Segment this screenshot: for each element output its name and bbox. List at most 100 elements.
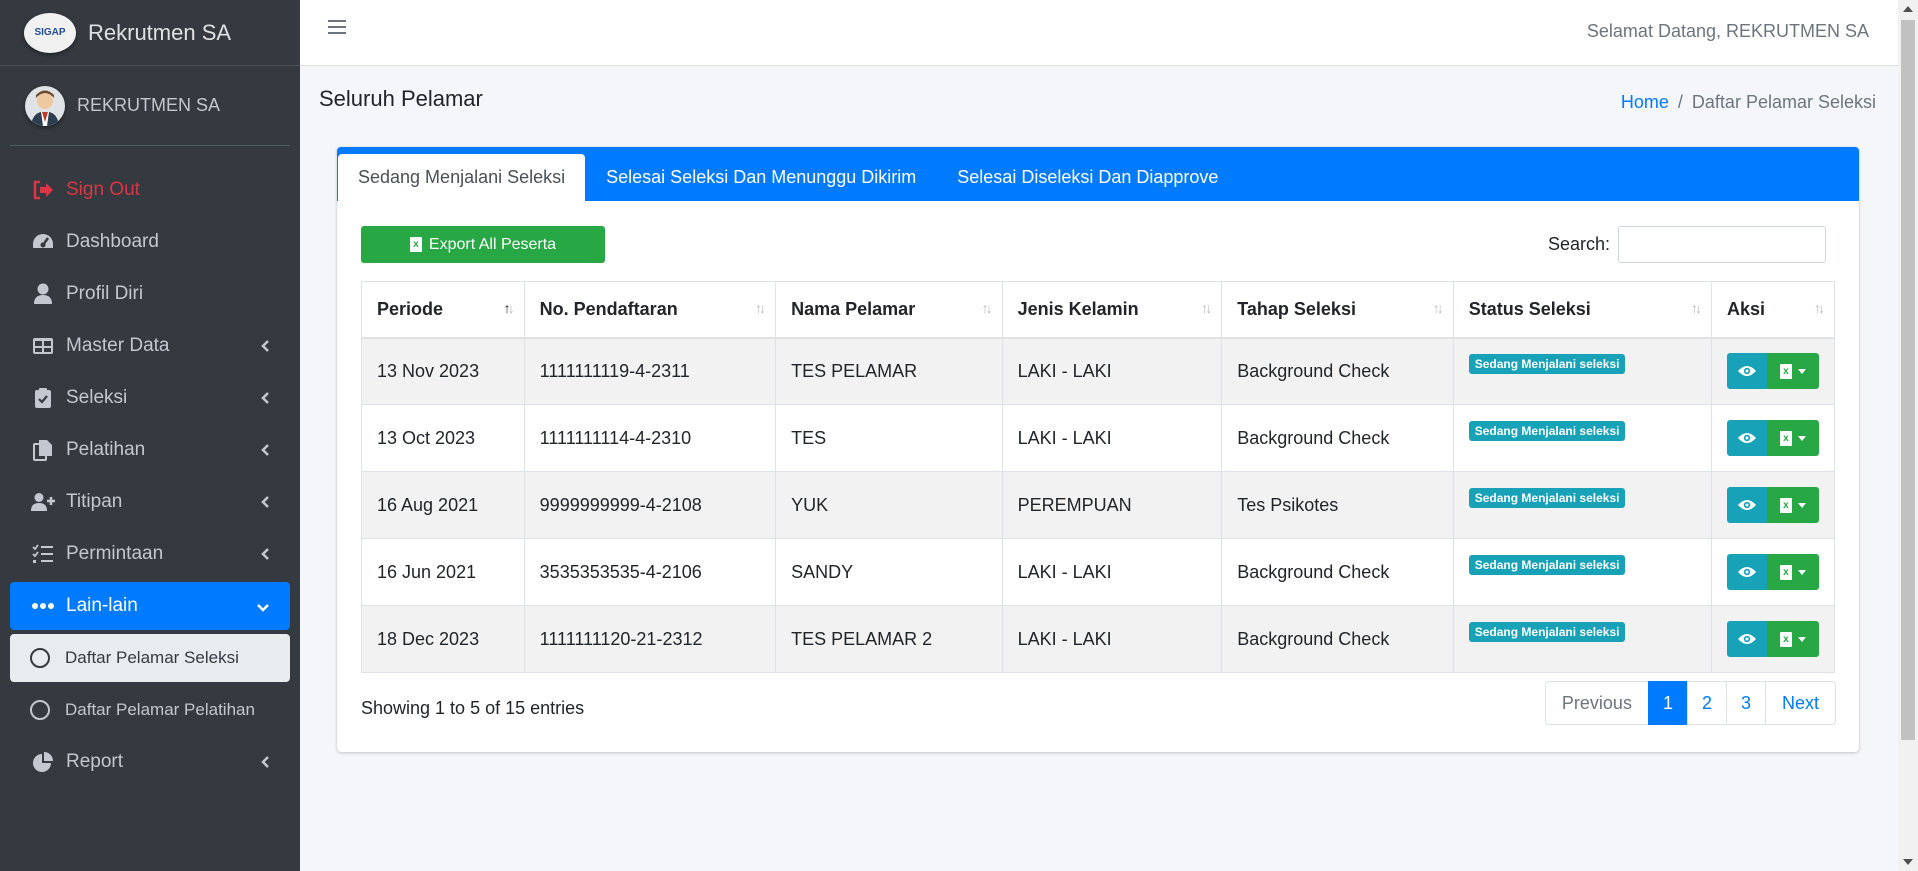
column-header-tahap-seleksi[interactable]: Tahap Seleksi ↑↓ (1221, 281, 1454, 339)
status-badge: Sedang Menjalani seleksi (1468, 421, 1626, 441)
excel-icon: x (1779, 564, 1792, 580)
sidebar-item-master-data[interactable]: Master Data (10, 322, 290, 370)
export-all-button[interactable]: x Export All Peserta (361, 226, 605, 263)
column-header-periode[interactable]: Periode ↑↓ (361, 281, 525, 339)
view-button[interactable] (1726, 487, 1767, 523)
view-button[interactable] (1726, 554, 1767, 590)
sidebar-item-report[interactable]: Report (10, 738, 290, 786)
eye-icon (1737, 366, 1756, 377)
export-dropdown-button[interactable]: x (1766, 487, 1819, 523)
pagination-page-3[interactable]: 3 (1725, 681, 1766, 725)
sidebar-item-sign-out[interactable]: Sign Out (10, 166, 290, 214)
export-dropdown-button[interactable]: x (1766, 554, 1819, 590)
sidebar-item-titipan[interactable]: Titipan (10, 478, 290, 526)
scroll-up-arrow-icon[interactable] (1903, 6, 1913, 12)
pagination-page-1[interactable]: 1 (1647, 681, 1688, 725)
welcome-text: Selamat Datang, REKRUTMEN SA (1586, 21, 1869, 41)
status-badge: Sedang Menjalani seleksi (1468, 555, 1626, 575)
hamburger-menu-icon[interactable] (328, 20, 346, 38)
column-header-status-seleksi[interactable]: Status Seleksi ↑↓ (1452, 281, 1712, 339)
sidebar-subitem-daftar-pelamar-seleksi[interactable]: Daftar Pelamar Seleksi (10, 634, 290, 682)
row-actions: x (1726, 487, 1819, 523)
chevron-left-icon (260, 493, 270, 515)
cell-no-pendaftaran: 1111111119-4-2311 (523, 337, 777, 405)
column-header-label: Periode (377, 298, 444, 319)
view-button[interactable] (1726, 353, 1767, 390)
view-button[interactable] (1726, 621, 1767, 657)
status-badge: Sedang Menjalani seleksi (1468, 488, 1626, 508)
sidebar-subitem-label: Daftar Pelamar Pelatihan (65, 700, 255, 719)
sidebar-item-label: Seleksi (66, 387, 128, 408)
export-dropdown-button[interactable]: x (1766, 353, 1819, 390)
pagination-previous[interactable]: Previous (1544, 681, 1649, 725)
tab-selesai-diseleksi-diapprove[interactable]: Selesai Diseleksi Dan Diapprove (937, 154, 1238, 201)
cell-nama-pelamar: TES PELAMAR 2 (775, 605, 1003, 673)
sort-asc-icon: ↑↓ (503, 300, 515, 316)
search-input[interactable] (1618, 226, 1826, 263)
search-label: Search: (1547, 234, 1610, 254)
brand-link[interactable]: SIGAP Rekrutmen SA (0, 0, 300, 66)
sidebar-item-lain-lain[interactable]: Lain-lain (10, 582, 290, 630)
cell-jenis-kelamin: LAKI - LAKI (1001, 404, 1223, 472)
sidebar-item-profil-diri[interactable]: Profil Diri (10, 270, 290, 318)
cell-nama-pelamar: SANDY (775, 538, 1003, 606)
caret-down-icon (1797, 368, 1806, 374)
pagination-page-2[interactable]: 2 (1686, 681, 1727, 725)
cell-nama-pelamar: TES PELAMAR (775, 337, 1003, 405)
eye-icon (1737, 433, 1756, 443)
sidebar-item-label: Titipan (66, 491, 123, 512)
page-title: Seluruh Pelamar (319, 86, 483, 111)
excel-icon: x (409, 237, 422, 252)
list-check-icon (30, 542, 56, 566)
cell-tahap-seleksi: Background Check (1221, 404, 1454, 472)
scrollbar-thumb[interactable] (1901, 20, 1915, 740)
sign-out-icon (30, 178, 56, 202)
sidebar-item-label: Master Data (66, 335, 170, 356)
export-dropdown-button[interactable]: x (1766, 621, 1819, 657)
tab-sedang-menjalani-seleksi[interactable]: Sedang Menjalani Seleksi (338, 154, 586, 201)
excel-icon: x (1779, 430, 1792, 446)
row-actions: x (1726, 353, 1819, 390)
cell-nama-pelamar: TES (775, 404, 1003, 472)
sidebar-subitem-label: Daftar Pelamar Seleksi (65, 648, 239, 667)
breadcrumb: Home / Daftar Pelamar Seleksi (1621, 92, 1876, 113)
sidebar-item-label: Pelatihan (66, 439, 146, 460)
user-panel[interactable]: REKRUTMEN SA (10, 66, 290, 146)
column-header-label: Status Seleksi (1468, 298, 1591, 319)
excel-icon: x (1779, 631, 1792, 647)
column-header-label: No. Pendaftaran (539, 298, 678, 319)
sidebar-item-pelatihan[interactable]: Pelatihan (10, 426, 290, 474)
sidebar-item-seleksi[interactable]: Seleksi (10, 374, 290, 422)
column-header-jenis-kelamin[interactable]: Jenis Kelamin ↑↓ (1001, 281, 1223, 339)
user-name: REKRUTMEN SA (77, 95, 221, 115)
pie-chart-icon (30, 750, 56, 774)
scroll-down-arrow-icon[interactable] (1903, 859, 1913, 865)
copy-icon (30, 438, 56, 462)
sort-icon: ↑↓ (1814, 300, 1825, 316)
table-row: 18 Dec 2023 1111111120-21-2312 TES PELAMAR… (361, 605, 1836, 673)
table-row: 13 Nov 2023 1111111119-4-2311 TES PELAMAR L… (361, 337, 1836, 405)
cell-nama-pelamar: YUK (775, 471, 1003, 539)
column-header-no-pendaftaran[interactable]: No. Pendaftaran ↑↓ (523, 281, 777, 339)
column-header-aksi[interactable]: Aksi ↑↓ (1710, 281, 1836, 339)
column-header-nama-pelamar[interactable]: Nama Pelamar ↑↓ (775, 281, 1003, 339)
sidebar-subitem-daftar-pelamar-pelatihan[interactable]: Daftar Pelamar Pelatihan (10, 686, 290, 734)
pagination-next[interactable]: Next (1764, 681, 1836, 725)
caret-down-icon (1797, 502, 1806, 508)
cell-aksi: x (1710, 538, 1836, 606)
dashboard-icon (30, 230, 56, 254)
sidebar-item-permintaan[interactable]: Permintaan (10, 530, 290, 578)
table-row: 16 Aug 2021 9999999999-4-2108 YUK PEREMPUAN… (361, 471, 1836, 539)
vertical-scrollbar[interactable] (1898, 0, 1918, 871)
cell-jenis-kelamin: LAKI - LAKI (1001, 605, 1223, 673)
sidebar-item-dashboard[interactable]: Dashboard (10, 218, 290, 266)
view-button[interactable] (1726, 420, 1767, 456)
tab-selesai-seleksi-menunggu-dikirim[interactable]: Selesai Seleksi Dan Menunggu Dikirim (586, 154, 936, 201)
column-header-label: Tahap Seleksi (1237, 298, 1356, 319)
breadcrumb-home-link[interactable]: Home (1621, 92, 1669, 112)
cell-aksi: x (1710, 471, 1836, 539)
brand-title: Rekrutmen SA (88, 19, 232, 45)
export-dropdown-button[interactable]: x (1766, 420, 1819, 456)
sidebar-nav: Sign Out Dashboard Profil Diri Master Da… (0, 166, 300, 786)
sort-icon: ↑↓ (755, 300, 766, 316)
